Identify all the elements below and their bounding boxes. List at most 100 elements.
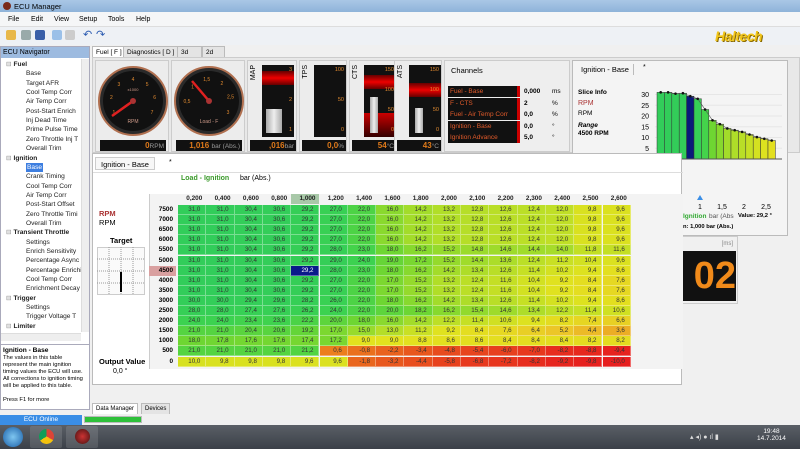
table-cell[interactable]: 10,4 bbox=[517, 285, 546, 296]
table-cell[interactable]: 17,2 bbox=[319, 336, 348, 347]
row-header[interactable]: 2500 bbox=[149, 306, 176, 316]
table-cell[interactable]: -7,0 bbox=[517, 346, 546, 357]
table-cell[interactable]: 29,2 bbox=[291, 265, 320, 276]
table-cell[interactable]: 29,2 bbox=[291, 245, 320, 256]
row-header[interactable]: 1000 bbox=[149, 336, 176, 346]
nav-item[interactable]: Target AFR bbox=[26, 79, 59, 88]
table-cell[interactable]: 14,2 bbox=[404, 215, 433, 226]
table-cell[interactable]: 9,8 bbox=[574, 215, 603, 226]
column-header[interactable]: 2,100 bbox=[461, 194, 489, 204]
nav-item[interactable]: Cool Temp Corr bbox=[26, 182, 72, 191]
row-header[interactable]: 6500 bbox=[149, 225, 176, 235]
table-cell[interactable]: -4,4 bbox=[404, 356, 433, 367]
table-cell[interactable]: 9,2 bbox=[432, 326, 461, 337]
slice-tab[interactable]: Ignition - Base bbox=[577, 64, 634, 75]
table-cell[interactable]: 17,6 bbox=[262, 336, 292, 347]
table-cell[interactable]: 12,4 bbox=[517, 215, 546, 226]
table-cell[interactable]: 12,8 bbox=[461, 235, 490, 246]
nav-item[interactable]: Settings bbox=[26, 238, 50, 247]
table-cell[interactable]: 10,4 bbox=[574, 255, 603, 266]
table-cell[interactable]: 12,4 bbox=[517, 225, 546, 236]
table-cell[interactable]: 23,0 bbox=[347, 245, 377, 256]
table-cell[interactable]: 12,2 bbox=[432, 316, 461, 327]
row-header[interactable]: 2000 bbox=[149, 316, 176, 326]
tab-data-manager[interactable]: Data Manager bbox=[92, 403, 139, 414]
table-cell[interactable]: 13,4 bbox=[461, 295, 490, 306]
row-header[interactable]: 1500 bbox=[149, 326, 176, 336]
table-cell[interactable]: 14,2 bbox=[404, 316, 433, 327]
table-cell[interactable]: 31,0 bbox=[206, 235, 235, 246]
clock[interactable]: 19:48 14.7.2014 bbox=[757, 428, 786, 442]
table-cell[interactable]: 30,0 bbox=[206, 295, 235, 306]
table-cell[interactable]: 22,0 bbox=[347, 285, 377, 296]
table-cell[interactable]: 17,4 bbox=[291, 336, 320, 347]
column-header[interactable]: 0,800 bbox=[263, 194, 291, 204]
table-cell[interactable]: 31,0 bbox=[206, 255, 235, 266]
column-header[interactable]: 1,400 bbox=[348, 194, 376, 204]
table-cell[interactable]: 8,2 bbox=[602, 336, 631, 347]
table-cell[interactable]: -8,2 bbox=[545, 346, 575, 357]
table-cell[interactable]: -0,8 bbox=[347, 346, 377, 357]
nav-item[interactable]: Cool Temp Corr bbox=[26, 88, 72, 97]
table-cell[interactable]: 18,0 bbox=[376, 265, 405, 276]
table-cell[interactable]: 13,2 bbox=[432, 285, 461, 296]
table-cell[interactable]: 22,0 bbox=[347, 225, 377, 236]
table-cell[interactable]: 13,4 bbox=[517, 306, 546, 317]
table-cell[interactable]: 21,0 bbox=[234, 346, 263, 357]
row-header[interactable]: 3000 bbox=[149, 296, 176, 306]
table-cell[interactable]: 12,6 bbox=[489, 205, 518, 216]
slice-bar[interactable] bbox=[730, 129, 739, 160]
table-cell[interactable]: 31,0 bbox=[206, 265, 235, 276]
table-cell[interactable]: 7,6 bbox=[602, 275, 631, 286]
table-cell[interactable]: 31,0 bbox=[206, 275, 235, 286]
table-cell[interactable]: -5,4 bbox=[461, 346, 490, 357]
table-cell[interactable]: -8,8 bbox=[574, 346, 603, 357]
table-cell[interactable]: 10,0 bbox=[178, 356, 207, 367]
table-cell[interactable]: 16,0 bbox=[376, 316, 405, 327]
table-cell[interactable]: 11,8 bbox=[574, 245, 603, 256]
table-cell[interactable]: -4,8 bbox=[432, 346, 461, 357]
table-cell[interactable]: -10,0 bbox=[602, 356, 631, 367]
table-cell[interactable]: 12,4 bbox=[461, 275, 490, 286]
ignition-tab-extra[interactable]: * bbox=[169, 159, 172, 166]
table-cell[interactable]: 16,0 bbox=[376, 225, 405, 236]
table-cell[interactable]: 14,2 bbox=[432, 295, 461, 306]
table-cell[interactable]: 21,0 bbox=[178, 326, 207, 337]
nav-item[interactable]: Zero Throttle Inj T bbox=[26, 135, 78, 144]
column-header[interactable]: 2,500 bbox=[574, 194, 602, 204]
table-cell[interactable]: 18,0 bbox=[376, 245, 405, 256]
table-cell[interactable]: 11,6 bbox=[489, 285, 518, 296]
table-cell[interactable]: 30,6 bbox=[262, 245, 292, 256]
row-header[interactable]: 4000 bbox=[149, 276, 176, 286]
table-cell[interactable]: 30,6 bbox=[262, 225, 292, 236]
table-cell[interactable]: 24,0 bbox=[178, 316, 207, 327]
table-cell[interactable]: 29,2 bbox=[291, 285, 320, 296]
slice-bar[interactable] bbox=[701, 109, 710, 160]
table-cell[interactable]: 12,2 bbox=[545, 306, 575, 317]
table-cell[interactable]: 20,0 bbox=[319, 316, 348, 327]
table-cell[interactable]: 27,6 bbox=[262, 306, 292, 317]
table-cell[interactable]: 31,0 bbox=[206, 215, 235, 226]
table-cell[interactable]: 12,8 bbox=[461, 215, 490, 226]
table-cell[interactable]: 11,4 bbox=[517, 295, 546, 306]
table-cell[interactable]: 8,2 bbox=[545, 316, 575, 327]
table-cell[interactable]: 9,4 bbox=[574, 295, 603, 306]
table-cell[interactable]: 8,6 bbox=[602, 295, 631, 306]
table-cell[interactable]: 24,0 bbox=[206, 316, 235, 327]
table-cell[interactable]: 31,0 bbox=[178, 225, 207, 236]
table-cell[interactable]: 15,0 bbox=[347, 326, 377, 337]
nav-item[interactable]: Percentage Enrichi bbox=[26, 266, 82, 275]
table-cell[interactable]: -6,0 bbox=[489, 346, 518, 357]
table-cell[interactable]: 0,6 bbox=[319, 346, 348, 357]
table-cell[interactable]: 28,0 bbox=[319, 265, 348, 276]
table-cell[interactable]: 30,4 bbox=[234, 205, 263, 216]
table-cell[interactable]: 18,2 bbox=[404, 306, 433, 317]
table-cell[interactable]: 12,6 bbox=[489, 235, 518, 246]
slice-bar[interactable] bbox=[752, 136, 761, 160]
table-cell[interactable]: 18,0 bbox=[178, 336, 207, 347]
table-cell[interactable]: 30,6 bbox=[262, 275, 292, 286]
table-cell[interactable]: 11,4 bbox=[574, 306, 603, 317]
table-cell[interactable]: 10,2 bbox=[545, 295, 575, 306]
table-cell[interactable]: 17,0 bbox=[376, 285, 405, 296]
table-cell[interactable]: -5,8 bbox=[432, 356, 461, 367]
